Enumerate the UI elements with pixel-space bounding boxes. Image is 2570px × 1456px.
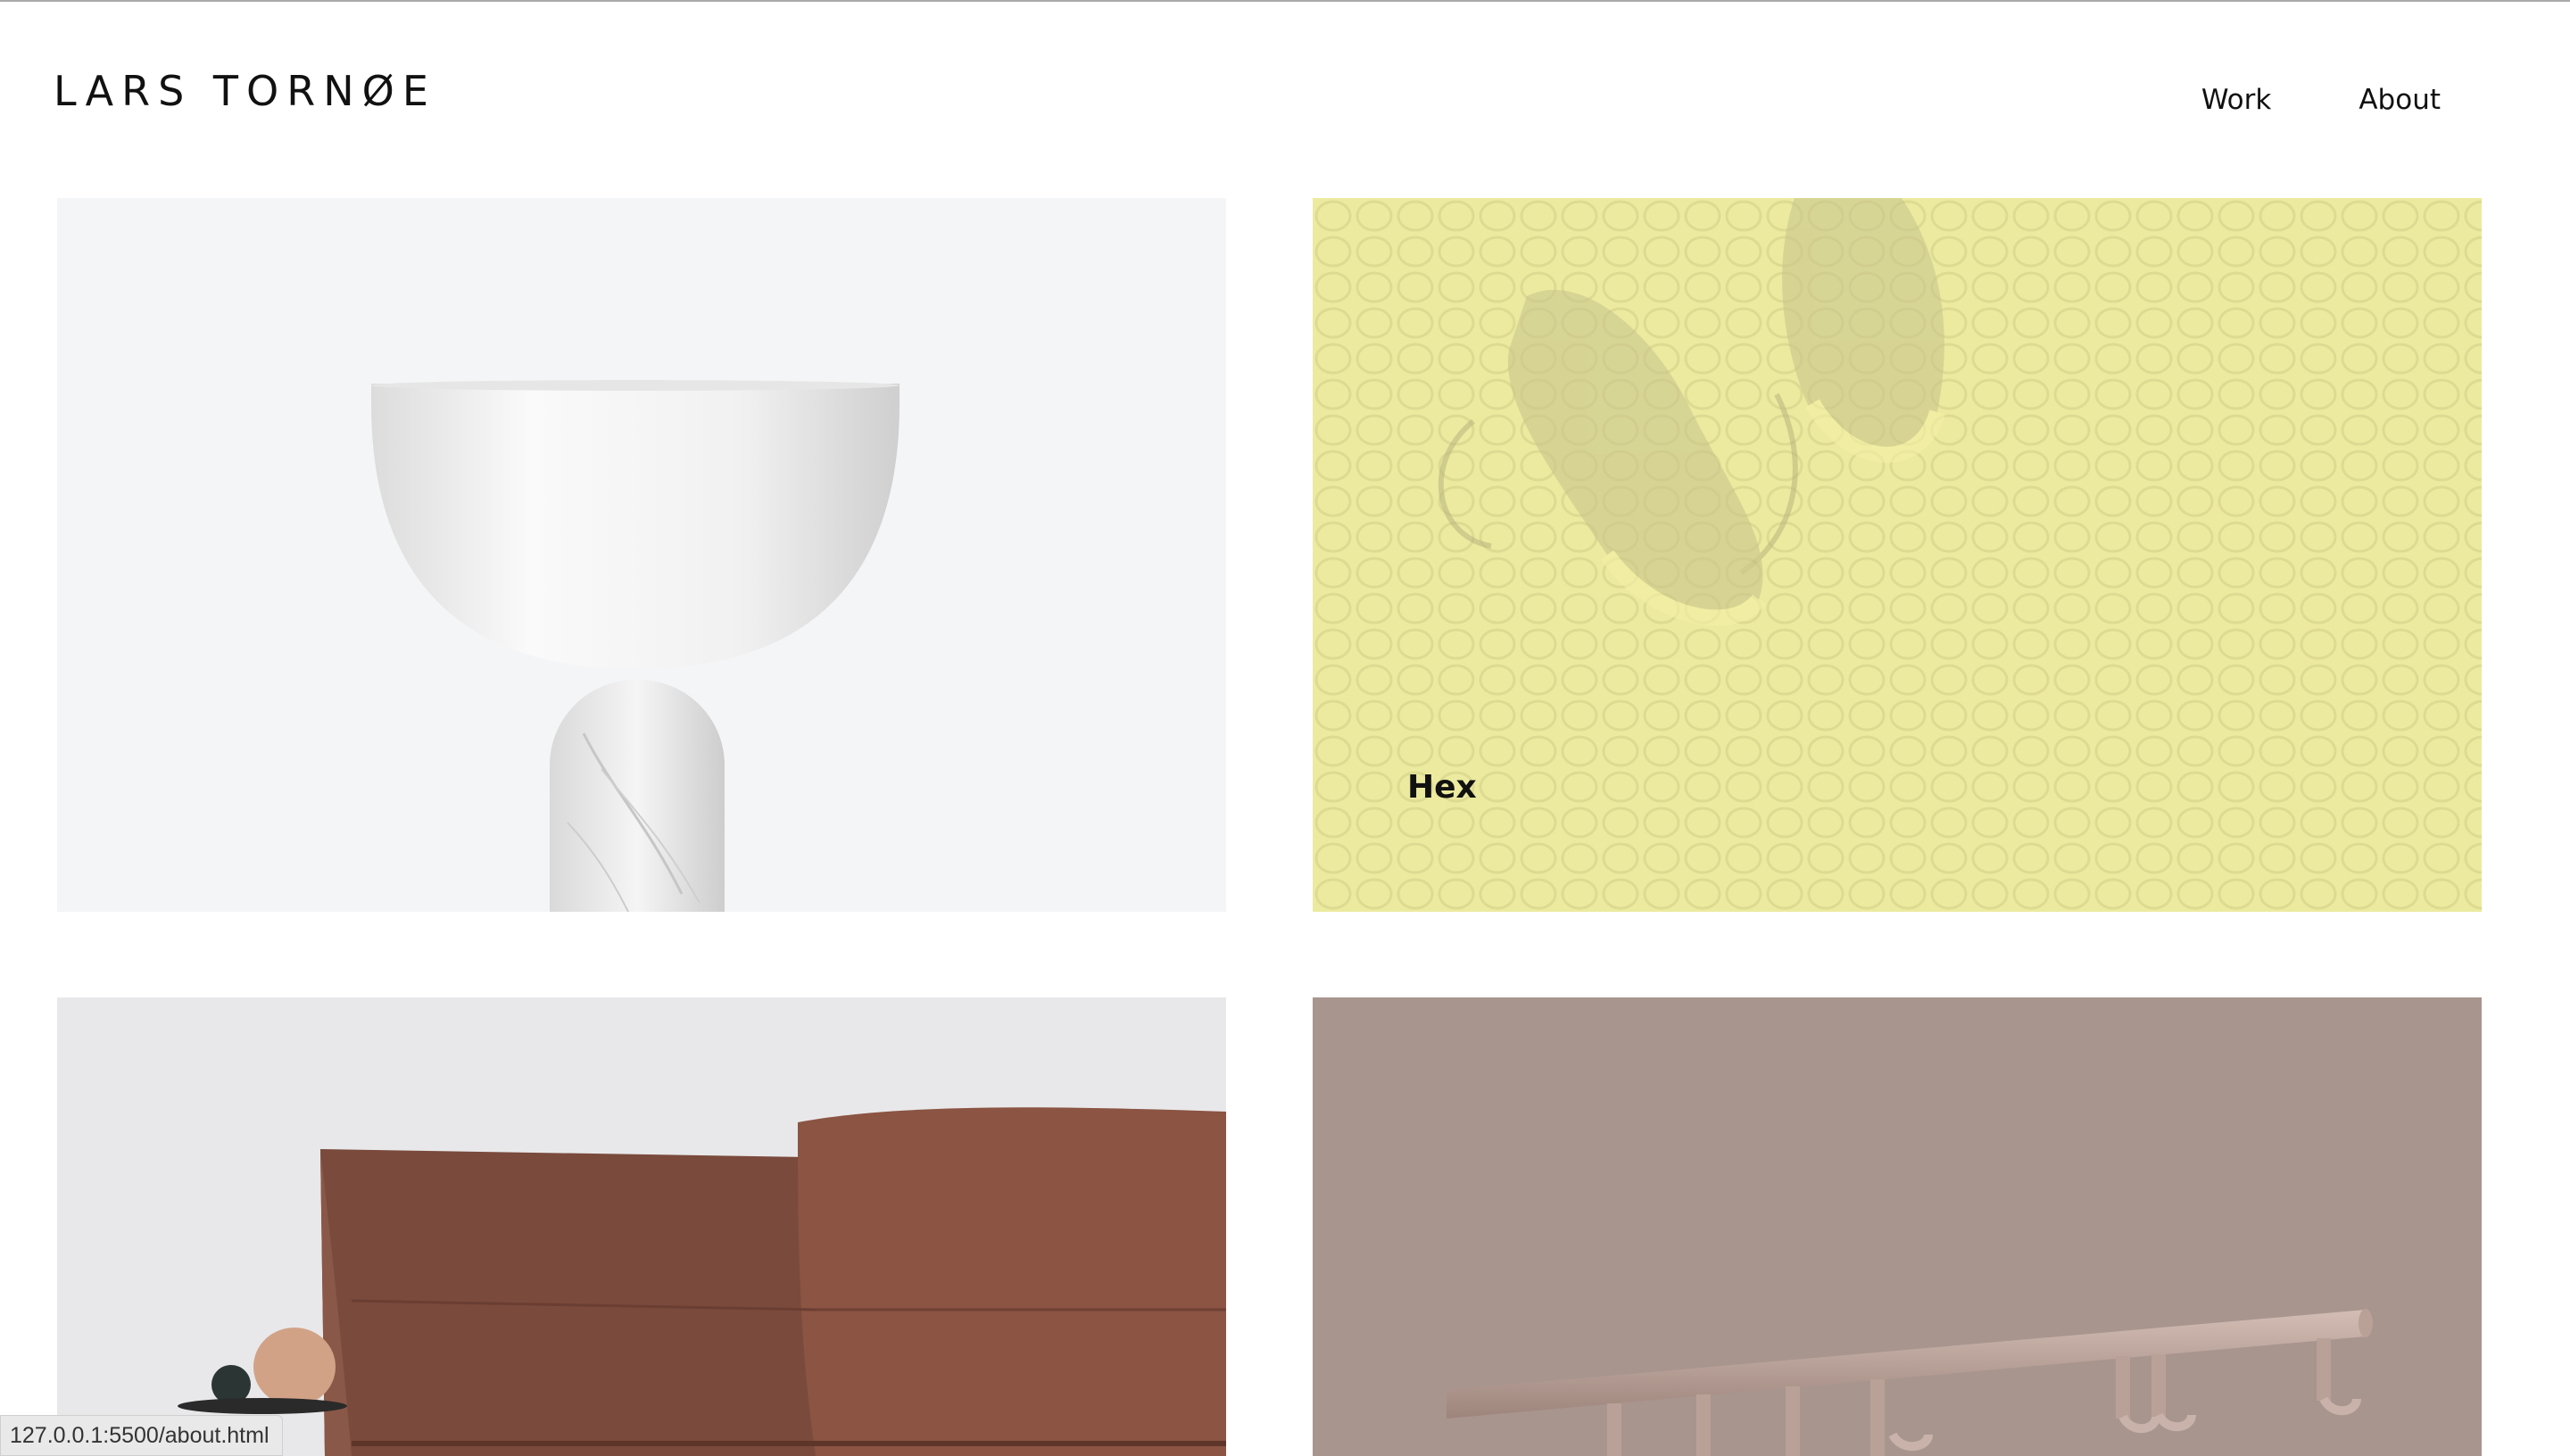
- site-logo[interactable]: LARS TORNØE: [54, 70, 436, 112]
- project-tile-lamp[interactable]: [57, 198, 1226, 912]
- browser-top-rule: [0, 0, 2570, 2]
- browser-status-bar: 127.0.0.1:5500/about.html: [0, 1415, 283, 1456]
- main-nav: Work About: [2201, 79, 2441, 121]
- nav-work-link[interactable]: Work: [2201, 79, 2272, 121]
- coat-rack-image: [1313, 997, 2482, 1456]
- sofa-image: [57, 997, 1226, 1456]
- project-title-hex: Hex: [1407, 769, 1477, 806]
- logo-text: LARS TORNØE: [54, 67, 436, 115]
- project-tile-coat-rack[interactable]: [1313, 997, 2482, 1456]
- nav-about-link[interactable]: About: [2359, 79, 2441, 121]
- project-tile-hex[interactable]: Hex: [1313, 198, 2482, 912]
- lamp-image: [371, 380, 900, 912]
- project-tile-sofa[interactable]: [57, 997, 1226, 1456]
- hex-sneakers-image: [1313, 198, 2482, 912]
